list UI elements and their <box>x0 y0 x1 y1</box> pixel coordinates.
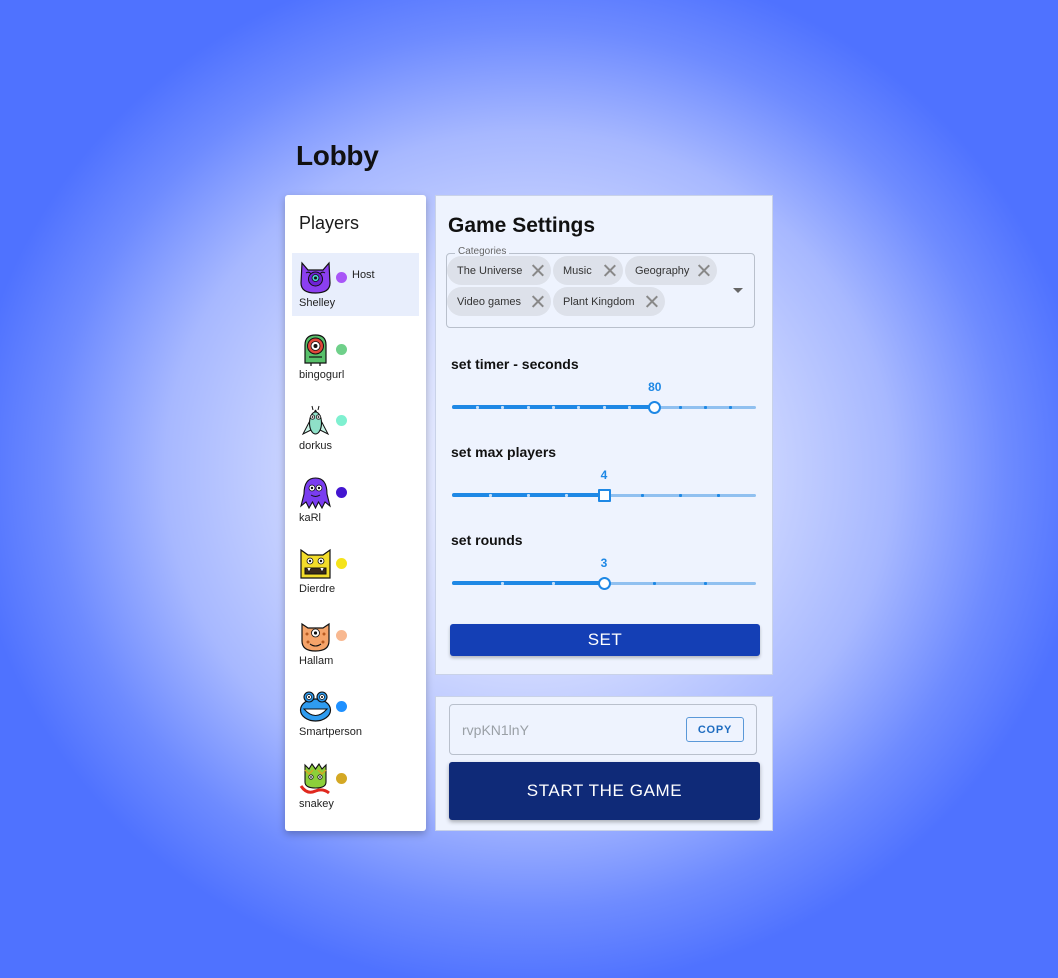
invite-panel: rvpKN1lnY COPY START THE GAME <box>435 696 773 831</box>
chevron-down-icon[interactable] <box>733 288 743 293</box>
players-header: Players <box>299 213 360 233</box>
slider-tick <box>551 582 555 585</box>
player-status-dot <box>336 701 347 712</box>
purple-octopus-monster-icon <box>300 476 331 509</box>
blue-frog-monster-icon <box>299 691 332 722</box>
slider-tick <box>716 494 720 497</box>
chip-label: Music <box>563 264 592 277</box>
player-status-dot <box>336 415 347 426</box>
slider-tick <box>475 406 479 409</box>
player-item: Smartperson <box>292 682 419 754</box>
slider-tick <box>678 406 682 409</box>
orange-spotted-monster-icon <box>301 622 330 652</box>
player-name: kaRl <box>299 511 322 524</box>
start-game-button[interactable]: START THE GAME <box>449 762 760 820</box>
player-list: Host Shelley bingogurl dorkus kaRl Dierd… <box>292 253 419 825</box>
player-item: Host Shelley <box>292 253 419 316</box>
slider-tick <box>577 406 581 409</box>
chip-label: The Universe <box>457 264 523 277</box>
player-status-dot <box>336 343 347 355</box>
slider-thumb[interactable] <box>648 401 662 414</box>
one-eyed-green-monster-icon <box>304 333 327 366</box>
player-status-dot <box>336 629 347 641</box>
slider-tick <box>678 494 682 497</box>
timer-label: set timer - seconds <box>451 356 579 372</box>
slider-tick <box>703 582 707 585</box>
host-badge: Host <box>352 269 375 281</box>
slider-tick <box>653 582 657 585</box>
purple-cat-monster-icon <box>300 261 331 294</box>
category-chip: Video games <box>447 287 551 316</box>
game-settings-panel: Game Settings Categories The Universe Mu… <box>435 195 773 675</box>
slider-tick <box>526 494 530 497</box>
close-icon[interactable] <box>531 295 544 308</box>
player-item: snakey <box>292 754 419 826</box>
slider-tick <box>703 406 707 409</box>
rounds-label: set rounds <box>451 532 523 548</box>
room-code: rvpKN1lnY <box>462 722 529 738</box>
slider-tick <box>640 494 644 497</box>
player-name: dorkus <box>299 440 333 452</box>
player-name: Smartperson <box>299 726 362 738</box>
player-item: dorkus <box>292 396 419 468</box>
close-icon[interactable] <box>645 295 658 308</box>
players-panel: Players Host Shelley bingogurl dorkus ka… <box>285 195 426 831</box>
player-name: Dierdre <box>299 583 336 595</box>
max-players-label: set max players <box>451 444 557 460</box>
chip-label: Video games <box>457 295 522 308</box>
slider-value-label: 80 <box>648 380 662 394</box>
page-title: Lobby <box>296 140 379 171</box>
player-item: Dierdre <box>292 539 419 611</box>
player-status-dot <box>336 772 347 784</box>
slider-tick <box>627 406 631 409</box>
category-chip: The Universe <box>447 256 551 285</box>
green-snake-monster-icon <box>299 762 330 794</box>
player-status-dot <box>336 486 347 498</box>
slider-value-label: 3 <box>600 556 608 570</box>
chip-label: Plant Kingdom <box>563 295 635 308</box>
player-item: bingogurl <box>292 325 419 397</box>
close-icon[interactable] <box>603 264 616 277</box>
room-code-field[interactable]: rvpKN1lnY COPY <box>449 704 757 755</box>
max-players-slider[interactable]: 4 <box>452 468 756 505</box>
player-name: snakey <box>299 797 334 810</box>
rounds-slider[interactable]: 3 <box>452 556 756 593</box>
set-button[interactable]: SET <box>450 624 760 656</box>
slider-tick <box>488 494 492 497</box>
slider-tick <box>501 406 505 409</box>
slider-tick <box>602 406 606 409</box>
teal-fly-monster-icon <box>301 405 330 436</box>
player-status-dot <box>336 558 347 569</box>
close-icon[interactable] <box>697 264 710 277</box>
slider-tick <box>551 406 555 409</box>
settings-title: Game Settings <box>448 214 596 237</box>
yellow-fanged-monster-icon <box>300 548 331 579</box>
player-name: Shelley <box>299 297 336 309</box>
slider-tick <box>526 406 530 409</box>
player-name: bingogurl <box>299 368 345 381</box>
slider-track-fill <box>452 581 604 585</box>
categories-select[interactable]: Categories The Universe Music Geography … <box>446 246 755 328</box>
player-item: kaRl <box>292 468 419 540</box>
category-chip: Geography <box>625 256 717 285</box>
player-item: Hallam <box>292 611 419 683</box>
slider-tick <box>729 406 733 409</box>
slider-tick <box>501 582 505 585</box>
timer-slider[interactable]: 80 <box>452 380 756 417</box>
player-status-dot <box>336 272 347 283</box>
slider-thumb[interactable] <box>597 489 611 502</box>
category-chip: Plant Kingdom <box>553 287 665 316</box>
copy-button[interactable]: COPY <box>686 717 744 742</box>
slider-tick <box>564 494 568 497</box>
close-icon[interactable] <box>531 264 544 277</box>
chip-label: Geography <box>635 264 690 277</box>
slider-value-label: 4 <box>600 468 608 482</box>
player-name: Hallam <box>299 654 334 667</box>
slider-thumb[interactable] <box>597 577 611 590</box>
category-chip: Music <box>553 256 623 285</box>
